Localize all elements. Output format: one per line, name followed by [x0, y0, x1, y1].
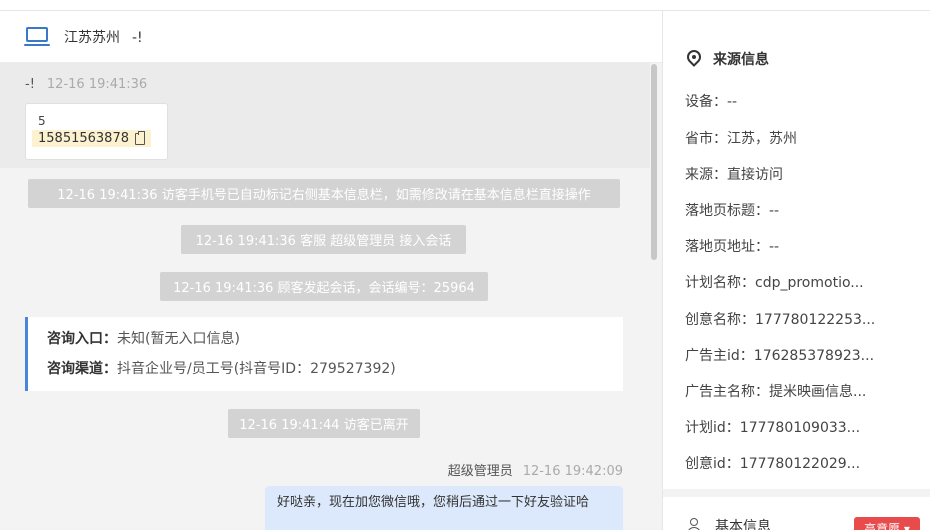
phone-highlight[interactable]: 15851563878	[32, 130, 151, 147]
field-label: 落地页标题：	[685, 203, 769, 219]
agent-name: 超级管理员	[447, 464, 513, 479]
field-value: --	[769, 239, 780, 255]
visitor-message-card: 5 15851563878	[25, 103, 168, 160]
field-label: 省市：	[685, 131, 727, 147]
system-message: 12-16 19:41:36 顾客发起会话，会话编号：25964	[160, 272, 488, 301]
field-label: 计划名称：	[685, 275, 755, 291]
visitor-title: 江苏苏州 -!	[64, 27, 155, 47]
field-label: 广告主id：	[685, 348, 754, 364]
field-landing-title: 落地页标题：--	[685, 200, 779, 220]
field-landing-url: 落地页地址：--	[685, 236, 779, 256]
field-value: 176285378923...	[753, 348, 875, 364]
field-province: 省市：江苏，苏州	[685, 128, 797, 148]
agent-message-bubble: 好哒亲，现在加您微信哦，您稍后通过一下好友验证哈	[265, 486, 623, 530]
consult-info-card: 咨询入口：未知(暂无入口信息) 咨询渠道：抖音企业号/员工号(抖音号ID：279…	[25, 317, 623, 391]
field-value: 直接访问	[727, 167, 783, 183]
source-info-label: 来源信息	[713, 52, 769, 68]
consult-channel-row: 咨询渠道：抖音企业号/员工号(抖音号ID：279527392)	[47, 358, 604, 388]
field-plan-id: 计划id：177780109033...	[685, 417, 860, 437]
source-info-title: 来源信息	[684, 47, 769, 69]
chat-header: 江苏苏州 -!	[0, 11, 662, 63]
message-text: 5	[38, 114, 46, 128]
consult-entry-label: 咨询入口：	[47, 331, 117, 347]
field-label: 创意名称：	[685, 312, 755, 328]
copy-icon[interactable]	[134, 130, 145, 145]
visitor-name: -!	[132, 29, 143, 46]
agent-message-time: 12-16 19:42:09	[522, 464, 623, 479]
consult-channel-label: 咨询渠道：	[47, 361, 117, 377]
field-value: --	[769, 203, 780, 219]
field-value: cdp_promotio...	[755, 275, 864, 291]
field-plan-name: 计划名称：cdp_promotio...	[685, 272, 864, 292]
field-label: 设备：	[685, 94, 727, 110]
message-time: 12-16 19:41:36	[46, 77, 148, 92]
consult-entry-row: 咨询入口：未知(暂无入口信息)	[47, 328, 604, 358]
field-label: 落地页地址：	[685, 239, 769, 255]
field-label: 来源：	[685, 167, 727, 183]
chat-workspace: 江苏苏州 -! -! 12-16 19:41:36 5 15851563878 12…	[0, 0, 930, 530]
chat-panel: 江苏苏州 -! -! 12-16 19:41:36 5 15851563878 12…	[0, 11, 662, 530]
basic-info-label: 基本信息	[715, 519, 771, 530]
consult-channel-value: 抖音企业号/员工号(抖音号ID：279527392)	[117, 361, 396, 377]
chat-scrollbar[interactable]	[651, 64, 657, 260]
field-value: 177780122253...	[755, 312, 876, 328]
info-sidebar: 来源信息 设备：-- 省市：江苏，苏州 来源：直接访问 落地页标题：-- 落地页…	[662, 11, 930, 530]
system-message: 12-16 19:41:36 访客手机号已自动标记右侧基本信息栏，如需修改请在基…	[28, 179, 620, 208]
field-creative-name: 创意名称：177780122253...	[685, 309, 875, 329]
field-value: 提米映画信息...	[769, 384, 867, 400]
user-icon	[687, 518, 705, 530]
field-value: 江苏，苏州	[727, 131, 797, 147]
sender-name: -!	[25, 77, 35, 92]
field-label: 广告主名称：	[685, 384, 769, 400]
field-device: 设备：--	[685, 91, 737, 111]
field-advertiser-name: 广告主名称：提米映画信息...	[685, 381, 866, 401]
field-value: 177780122029...	[739, 456, 861, 472]
location-pin-icon	[684, 47, 704, 68]
visitor-location: 江苏苏州	[64, 29, 120, 46]
field-advertiser-id: 广告主id：176285378923...	[685, 345, 874, 365]
agent-message-meta: 超级管理员 12-16 19:42:09	[448, 460, 623, 479]
field-creative-id: 创意id：177780122029...	[685, 453, 860, 473]
laptop-icon	[24, 26, 50, 47]
system-message: 12-16 19:41:36 客服 超级管理员 接入会话	[181, 225, 466, 254]
intent-tag-dropdown[interactable]: 高意愿 ▾	[854, 517, 920, 530]
phone-number: 15851563878	[38, 131, 129, 146]
basic-info-title: 基本信息	[687, 516, 771, 530]
system-message: 12-16 19:41:44 访客已离开	[228, 409, 420, 438]
field-value: --	[727, 94, 738, 110]
visitor-message-meta: -! 12-16 19:41:36	[25, 77, 147, 92]
field-value: 177780109033...	[739, 420, 861, 436]
field-source: 来源：直接访问	[685, 164, 783, 184]
consult-entry-value: 未知(暂无入口信息)	[117, 331, 240, 347]
field-label: 创意id：	[685, 456, 740, 472]
field-label: 计划id：	[685, 420, 740, 436]
section-divider	[663, 489, 930, 497]
